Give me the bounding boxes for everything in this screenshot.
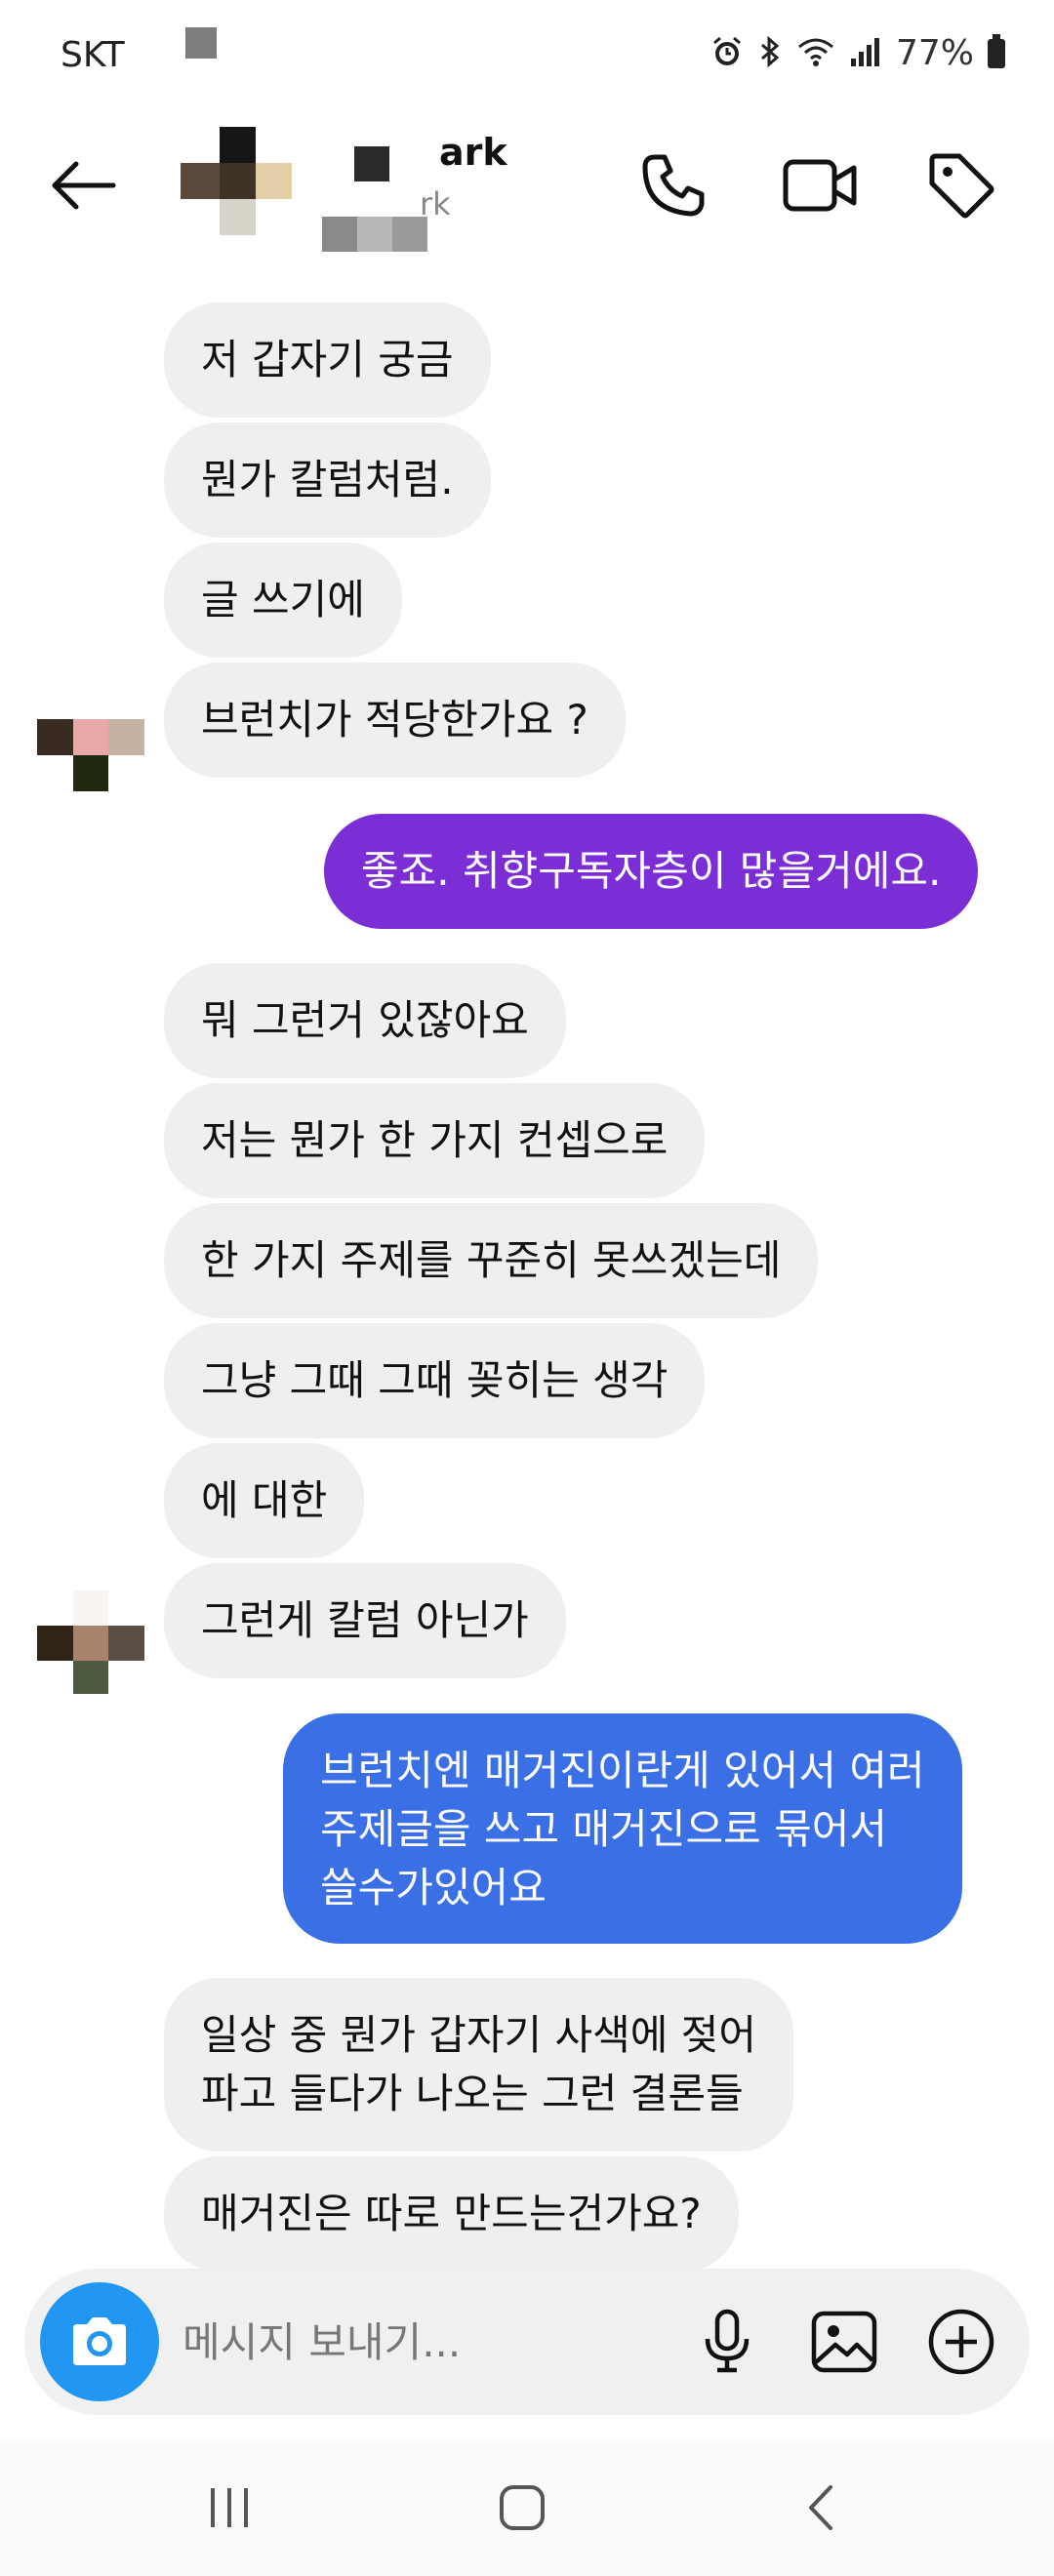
system-nav-bar <box>0 2439 1054 2576</box>
incoming-message[interactable]: 그런게 칼럼 아닌가 <box>164 1563 566 1678</box>
incoming-message[interactable]: 저는 뭔가 한 가지 컨셉으로 <box>164 1083 706 1198</box>
signal-icon <box>849 35 882 72</box>
contact-username: rk <box>420 185 451 222</box>
bluetooth-icon <box>757 35 783 72</box>
tag-icon <box>929 153 994 219</box>
incoming-message[interactable]: 글 쓰기에 <box>164 543 402 658</box>
image-icon <box>811 2311 877 2373</box>
camera-button[interactable] <box>40 2282 159 2401</box>
incoming-message[interactable]: 저 갑자기 궁금 <box>164 302 491 418</box>
home-icon <box>500 2485 545 2530</box>
phone-icon <box>642 154 705 217</box>
microphone-icon <box>705 2309 750 2373</box>
chat-header: ark rk <box>0 107 1054 254</box>
battery-icon <box>988 33 1005 68</box>
video-icon <box>783 159 857 212</box>
outgoing-message[interactable]: 브런치엔 매거진이란게 있어서 여러 주제글을 쓰고 매거진으로 묶어서 쓸수가… <box>283 1713 962 1944</box>
tag-button[interactable] <box>912 137 1010 234</box>
incoming-message[interactable]: 한 가지 주제를 꾸준히 못쓰겠는데 <box>164 1203 819 1318</box>
home-button[interactable] <box>468 2469 576 2547</box>
battery-percentage: 77% <box>895 33 974 73</box>
wifi-icon <box>796 35 835 72</box>
back-icon <box>809 2485 832 2530</box>
recent-apps-icon <box>211 2488 248 2527</box>
notification-icon <box>185 27 217 59</box>
carrier-label: SKT <box>61 35 125 75</box>
more-options-button[interactable] <box>912 2293 1010 2391</box>
back-arrow-icon <box>52 161 116 210</box>
incoming-message[interactable]: 에 대한 <box>164 1443 365 1558</box>
alarm-icon <box>710 35 744 72</box>
voice-call-button[interactable] <box>625 137 722 234</box>
back-button[interactable] <box>44 146 122 224</box>
camera-icon <box>73 2317 126 2365</box>
gallery-button[interactable] <box>795 2293 893 2391</box>
system-back-button[interactable] <box>766 2469 873 2547</box>
message-composer <box>24 2269 1030 2415</box>
status-bar: SKT 77% <box>0 0 1054 107</box>
sender-avatar[interactable] <box>37 1590 144 1694</box>
incoming-message[interactable]: 뭐 그런거 있잖아요 <box>164 963 566 1078</box>
incoming-message[interactable]: 매거진은 따로 만드는건가요? <box>164 2156 739 2272</box>
add-icon <box>928 2309 994 2375</box>
status-icons: 77% <box>710 33 1005 73</box>
sender-avatar[interactable] <box>37 719 144 797</box>
incoming-message[interactable]: 뭔가 칼럼처럼. <box>164 423 491 538</box>
message-input[interactable] <box>181 2312 653 2372</box>
incoming-message[interactable]: 브런치가 적당한가요 ? <box>164 663 626 778</box>
incoming-message[interactable]: 그냥 그때 그때 꽂히는 생각 <box>164 1323 706 1438</box>
voice-message-button[interactable] <box>678 2293 776 2391</box>
contact-name[interactable]: ark <box>439 131 507 174</box>
video-call-button[interactable] <box>771 137 869 234</box>
incoming-message[interactable]: 일상 중 뭔가 갑자기 사색에 젖어 파고 들다가 나오는 그런 결론들 <box>164 1978 794 2152</box>
outgoing-message[interactable]: 좋죠. 취향구독자층이 많을거에요. <box>324 814 979 929</box>
recent-apps-button[interactable] <box>176 2469 283 2547</box>
